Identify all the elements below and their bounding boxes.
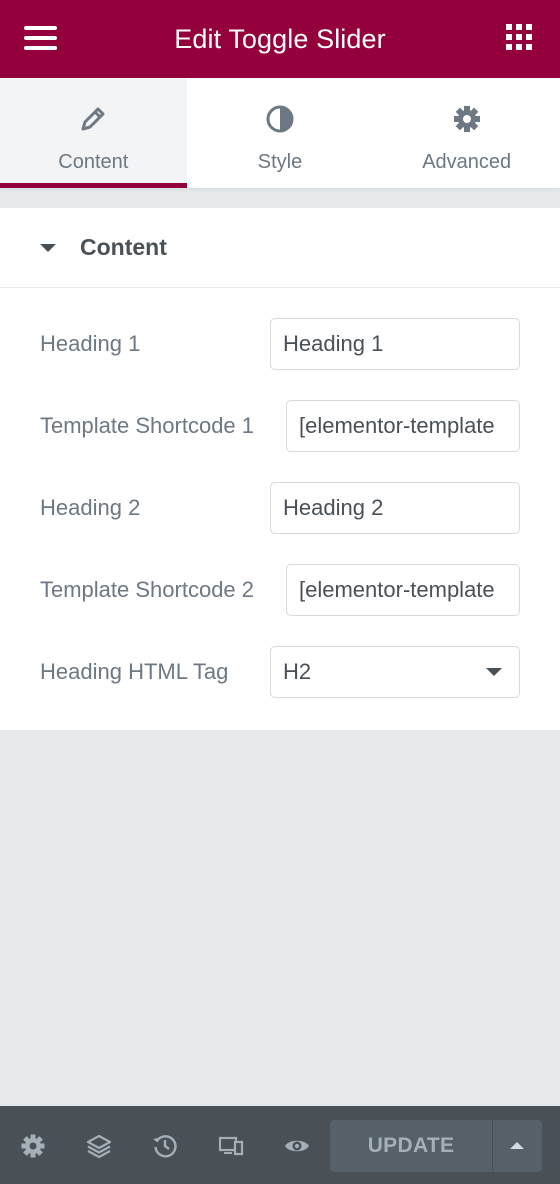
grid-icon[interactable]: [506, 24, 532, 50]
chevron-down-icon: [486, 668, 502, 676]
panel-tabs: Content Style Advanced: [0, 78, 560, 188]
preview-icon[interactable]: [284, 1133, 310, 1159]
template-shortcode-1-input[interactable]: [elementor-template: [286, 400, 520, 452]
tab-label: Advanced: [422, 151, 512, 173]
field-label: Template Shortcode 1: [40, 413, 255, 438]
control-heading-html-tag: Heading HTML Tag H2: [40, 646, 520, 698]
tab-label: Style: [257, 151, 303, 173]
control-heading-2: Heading 2 Heading 2: [40, 482, 520, 534]
field-label: Template Shortcode 2: [40, 577, 255, 602]
tab-label: Content: [58, 151, 129, 173]
heading-2-input[interactable]: Heading 2: [270, 482, 520, 534]
tab-advanced[interactable]: Advanced: [373, 78, 560, 188]
heading-tag-select[interactable]: H2: [270, 646, 520, 698]
layers-icon[interactable]: [86, 1133, 112, 1159]
field-label: Heading 2: [40, 495, 141, 520]
panel-title: Edit Toggle Slider: [174, 23, 386, 54]
panel-footer: UPDATE: [0, 1106, 560, 1184]
section-title: Content: [80, 234, 167, 260]
gear-icon: [452, 104, 482, 139]
hamburger-icon[interactable]: [24, 24, 57, 52]
settings-icon[interactable]: [20, 1133, 46, 1159]
control-heading-1: Heading 1 Heading 1: [40, 318, 520, 370]
responsive-icon[interactable]: [218, 1133, 244, 1159]
update-button[interactable]: UPDATE: [330, 1120, 492, 1172]
template-shortcode-2-input[interactable]: [elementor-template: [286, 564, 520, 616]
content-section: Content Heading 1 Heading 1 Template Sho…: [0, 208, 560, 730]
history-icon[interactable]: [152, 1133, 178, 1159]
contrast-icon: [265, 104, 295, 139]
field-label: Heading 1: [40, 331, 141, 356]
update-options-button[interactable]: [493, 1120, 542, 1172]
section-toggle[interactable]: Content: [0, 208, 560, 288]
control-template-shortcode-2: Template Shortcode 2 [elementor-template: [40, 564, 520, 616]
pencil-icon: [78, 104, 108, 139]
select-value: H2: [270, 646, 520, 698]
panel-header: Edit Toggle Slider: [0, 0, 560, 78]
tab-content[interactable]: Content: [0, 78, 187, 188]
control-template-shortcode-1: Template Shortcode 1 [elementor-template: [40, 400, 520, 452]
heading-1-input[interactable]: Heading 1: [270, 318, 520, 370]
field-label: Heading HTML Tag: [40, 659, 229, 684]
caret-down-icon: [40, 243, 56, 252]
tab-style[interactable]: Style: [187, 78, 374, 188]
